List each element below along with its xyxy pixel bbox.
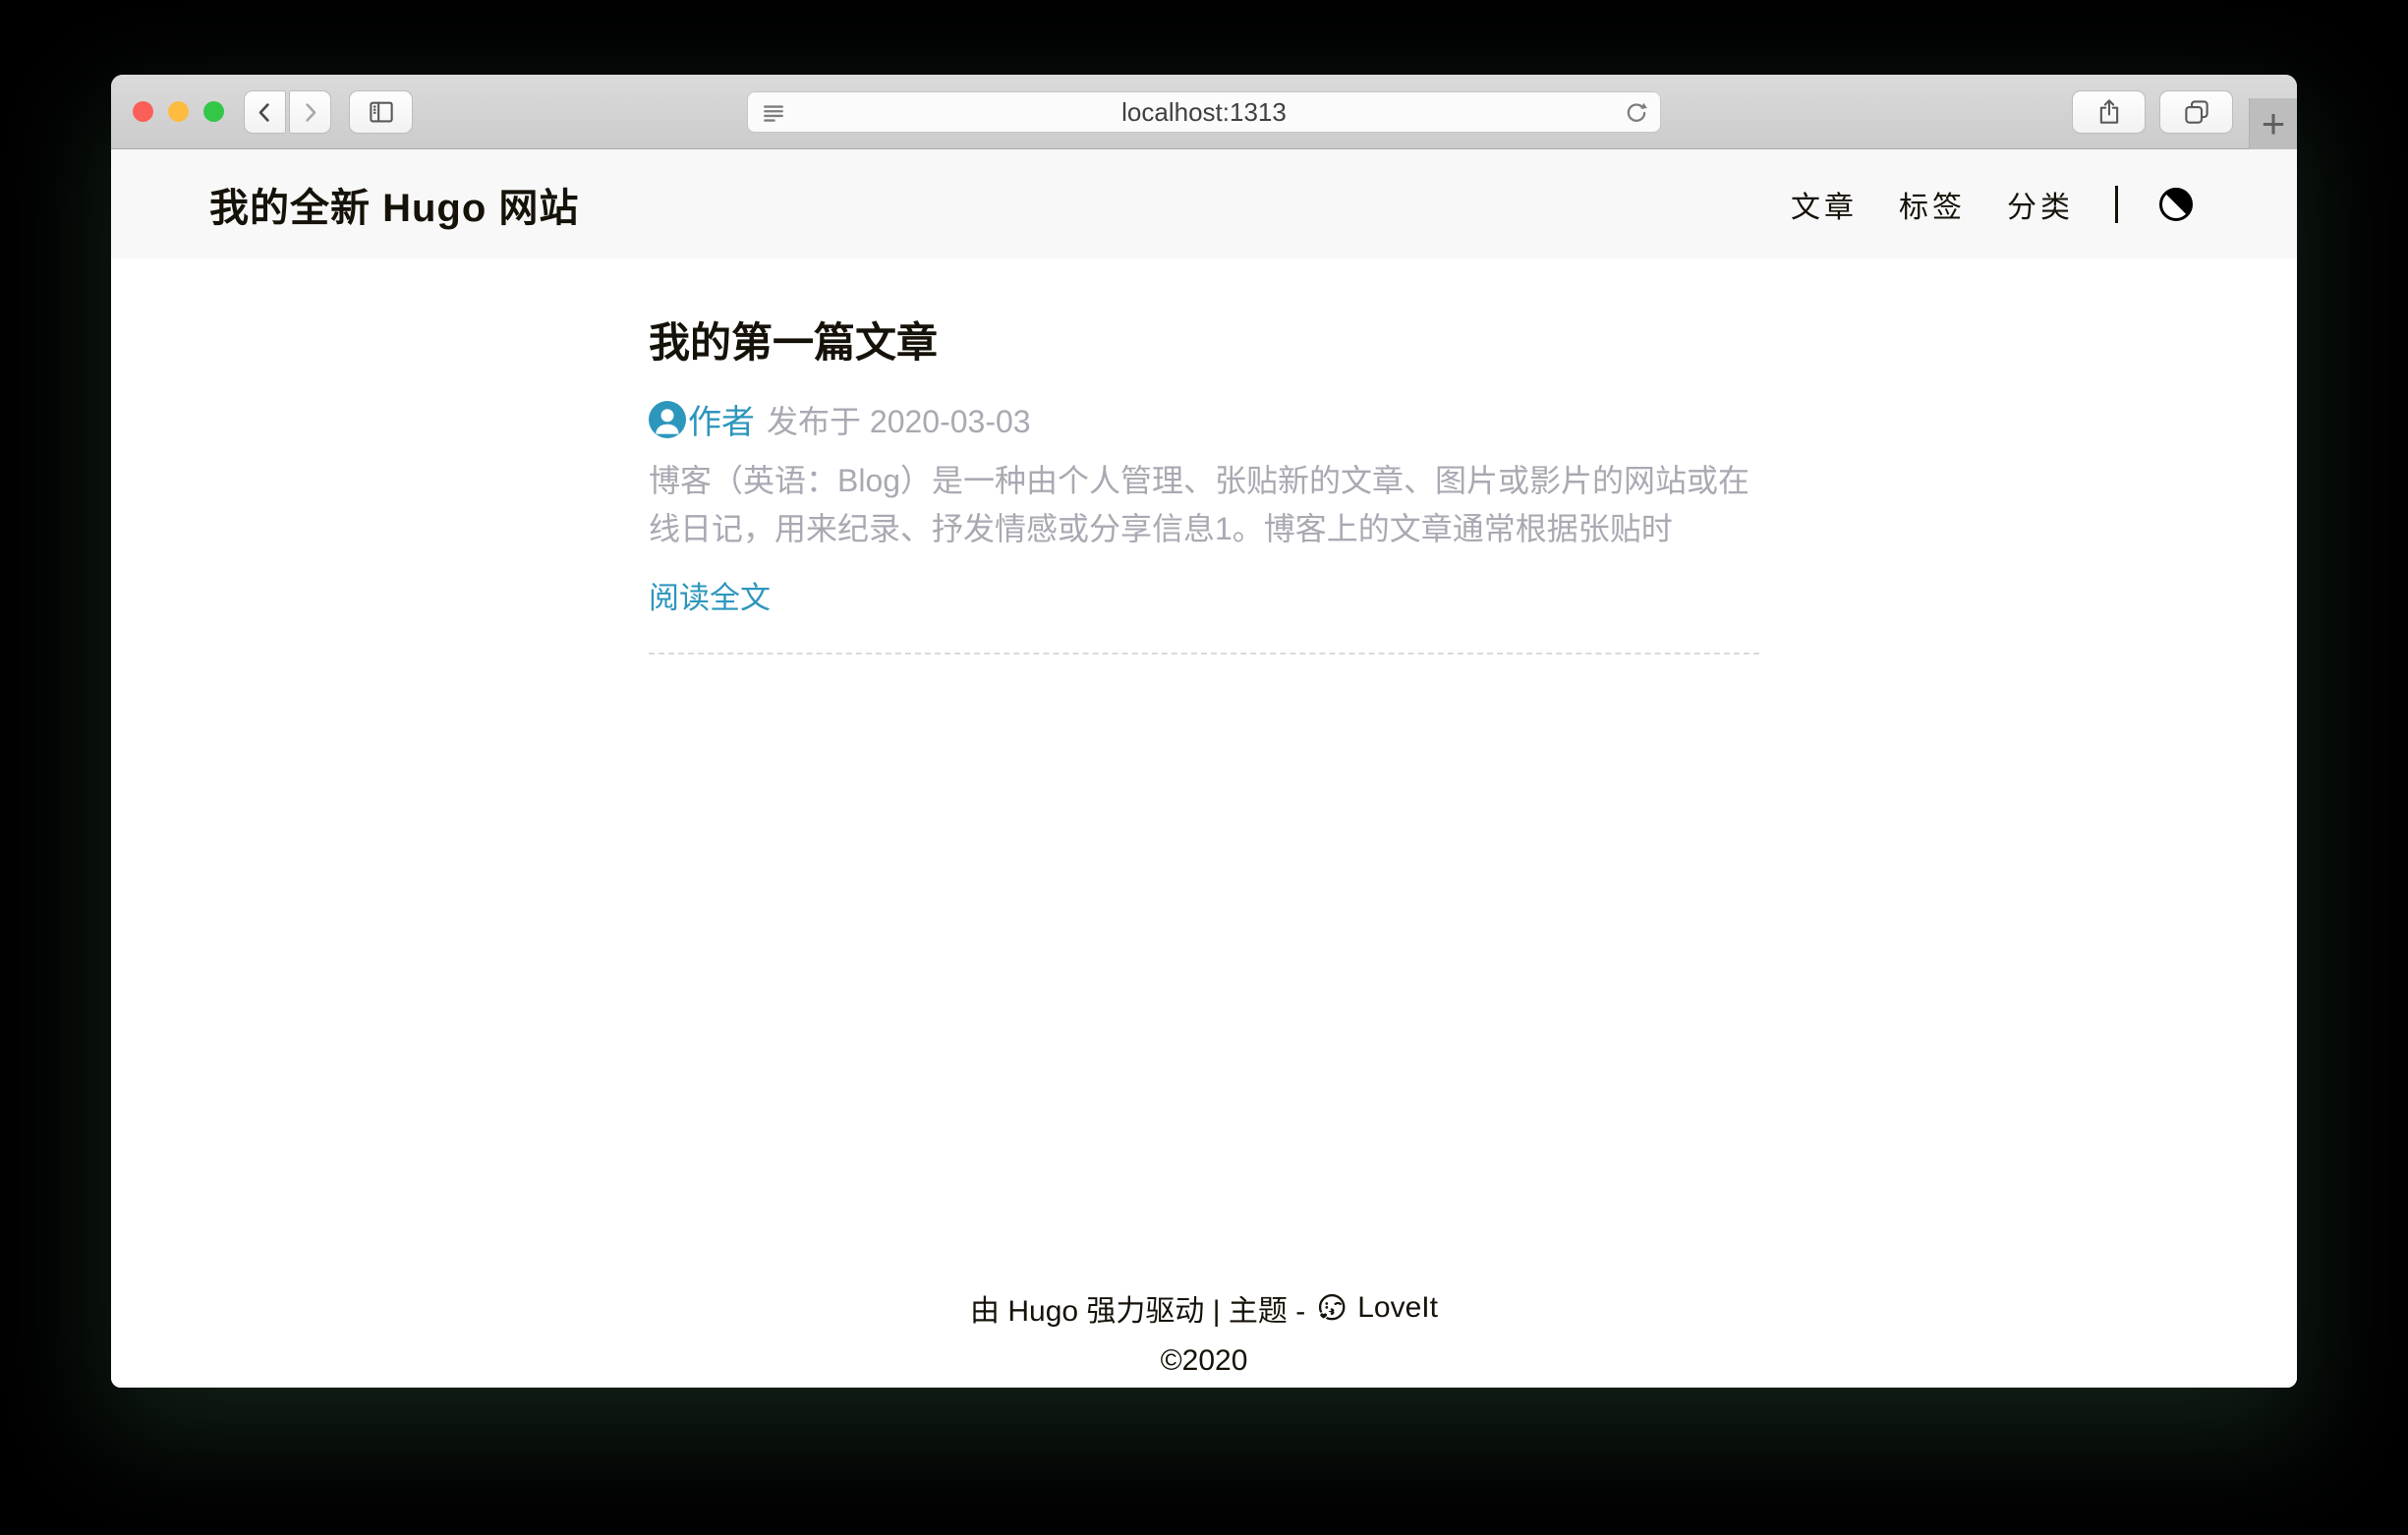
post-summary-card: 我的第一篇文章 作者 发布于 2020-03-03 — [649, 310, 1759, 654]
zoom-window-button[interactable] — [203, 101, 224, 122]
browser-toolbar: localhost:1313 — [111, 75, 2297, 149]
back-chevron-icon — [252, 99, 278, 126]
new-tab-button[interactable]: + — [2249, 98, 2297, 149]
back-button[interactable] — [244, 90, 286, 134]
traffic-lights — [133, 101, 224, 122]
url-text: localhost:1313 — [748, 92, 1660, 132]
forward-chevron-icon — [297, 99, 323, 126]
nav-item-categories[interactable]: 分类 — [2007, 183, 2074, 226]
safari-window: localhost:1313 — [111, 75, 2297, 1388]
show-all-tabs-button[interactable] — [2159, 90, 2233, 134]
site-nav: 文章 标签 分类 — [1791, 183, 2193, 226]
site-footer: 由 Hugo 强力驱动 | 主题 - LoveIt ©2020 — [111, 1286, 2297, 1388]
post-title-link[interactable]: 我的第一篇文章 — [649, 310, 1759, 370]
nav-item-tags[interactable]: 标签 — [1899, 183, 1966, 226]
minimize-window-button[interactable] — [168, 101, 189, 122]
footer-copyright: ©2020 — [111, 1344, 2297, 1378]
footer-powered-text: 由 Hugo 强力驱动 | 主题 - — [970, 1286, 1305, 1330]
read-more-link[interactable]: 阅读全文 — [649, 573, 771, 617]
post-summary-text: 博客（英语：Blog）是一种由个人管理、张贴新的文章、图片或影片的网站或在线日记… — [649, 457, 1759, 553]
site-title-link[interactable]: 我的全新 Hugo 网站 — [209, 176, 579, 233]
share-icon — [2094, 97, 2124, 127]
sidebar-toggle-button[interactable] — [349, 90, 413, 134]
screenshot-stage: localhost:1313 — [0, 0, 2408, 1535]
footer-theme-link[interactable]: LoveIt — [1357, 1291, 1438, 1325]
share-button[interactable] — [2072, 90, 2146, 134]
user-circle-icon — [649, 401, 686, 438]
plus-icon: + — [2262, 103, 2286, 144]
sidebar-icon — [367, 97, 396, 127]
page-content: 我的第一篇文章 作者 发布于 2020-03-03 — [111, 258, 2297, 1388]
post-meta: 作者 发布于 2020-03-03 — [649, 395, 1759, 443]
address-bar[interactable]: localhost:1313 — [747, 91, 1661, 133]
kiss-wink-heart-icon — [1315, 1292, 1347, 1325]
post-author-link[interactable]: 作者 — [688, 395, 755, 443]
post-divider — [649, 653, 1759, 654]
nav-separator — [2115, 186, 2118, 223]
forward-button[interactable] — [289, 90, 331, 134]
reload-icon[interactable] — [1623, 99, 1650, 127]
theme-toggle-icon[interactable] — [2159, 188, 2193, 221]
site-header: 我的全新 Hugo 网站 文章 标签 分类 — [111, 149, 2297, 258]
footer-powered-line: 由 Hugo 强力驱动 | 主题 - LoveIt — [111, 1286, 2297, 1330]
tabs-overview-icon — [2182, 97, 2211, 127]
close-window-button[interactable] — [133, 101, 153, 122]
post-publish-date: 发布于 2020-03-03 — [767, 397, 1031, 442]
nav-item-posts[interactable]: 文章 — [1791, 183, 1858, 226]
